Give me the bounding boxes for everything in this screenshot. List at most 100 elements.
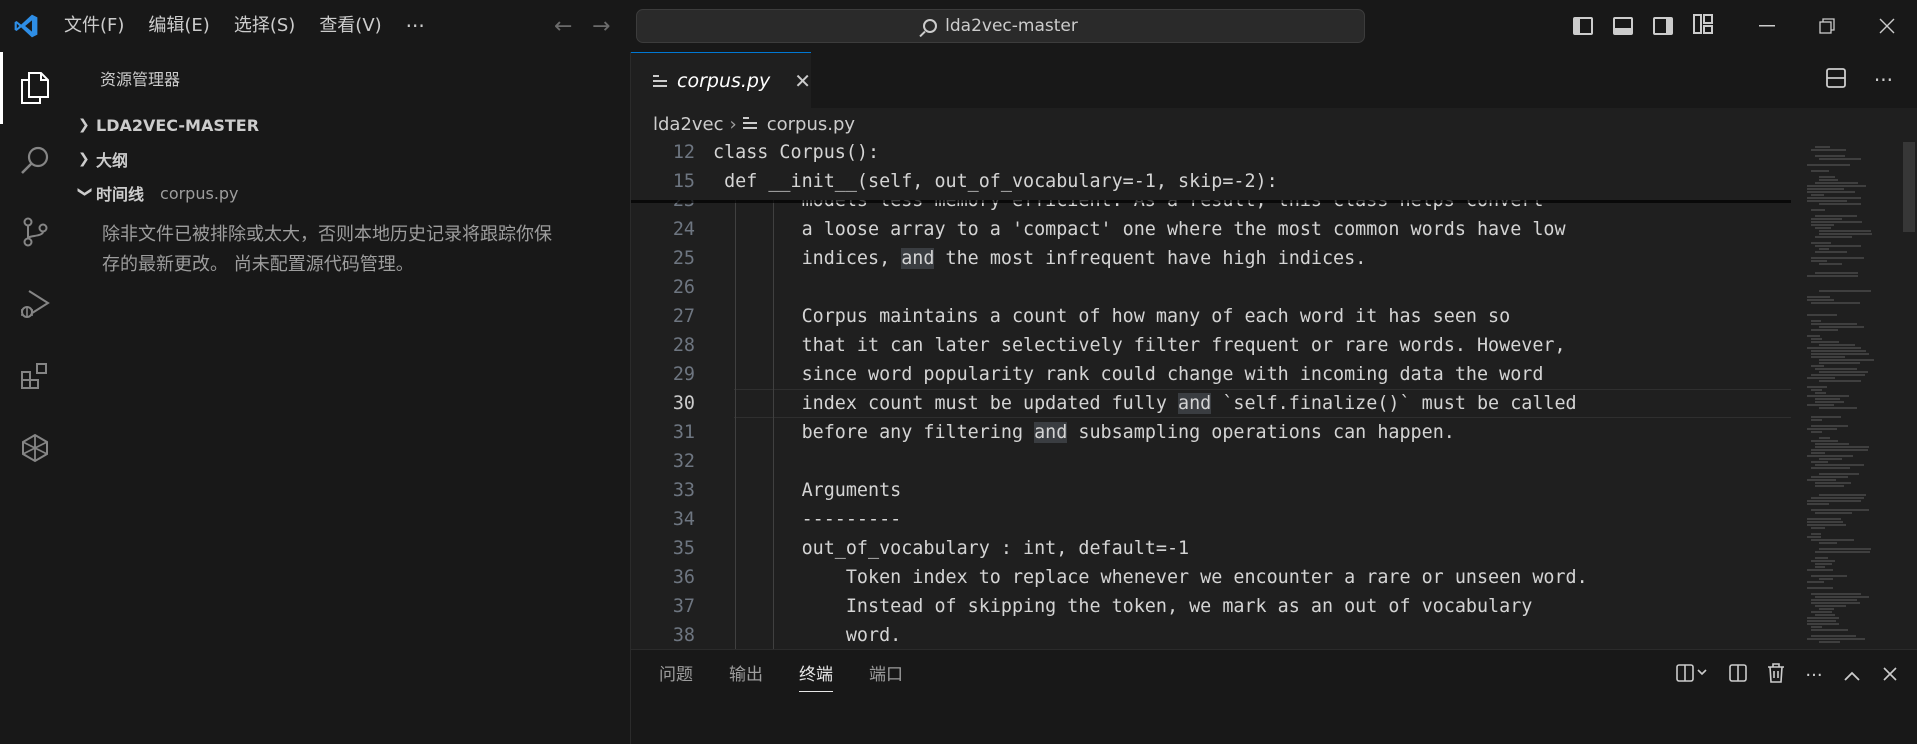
minimap-stroke <box>1811 149 1846 151</box>
minimap-stroke <box>1807 524 1846 526</box>
section-timeline[interactable]: ❯ 时间线 corpus.py <box>70 176 630 210</box>
menu-edit[interactable]: 编辑(E) <box>136 0 221 52</box>
word-highlight: and <box>901 248 935 269</box>
code-line[interactable]: 27 Corpus maintains a count of how many … <box>631 302 1791 331</box>
minimap-stroke <box>1811 449 1868 451</box>
minimap[interactable] <box>1803 142 1917 649</box>
tab-terminal[interactable]: 终端 <box>799 650 833 700</box>
close-panel-icon[interactable] <box>1871 665 1909 686</box>
file-lines-icon <box>742 116 757 130</box>
code-line[interactable]: 29 since word popularity rank could chan… <box>631 360 1791 389</box>
code-line[interactable]: 32 <box>631 447 1791 476</box>
toggle-primary-sidebar-icon[interactable] <box>1573 17 1593 35</box>
minimap-stroke <box>1807 164 1850 166</box>
close-icon[interactable]: ✕ <box>794 69 811 93</box>
sticky-scroll-shadow <box>631 200 1791 203</box>
minimap-stroke <box>1815 227 1831 229</box>
editor-scrollbar[interactable] <box>1903 142 1915 232</box>
extensions-icon[interactable] <box>0 340 70 412</box>
minimap-stroke <box>1807 581 1824 583</box>
code-line[interactable]: 36 Token index to replace whenever we en… <box>631 563 1791 592</box>
minimap-stroke <box>1815 482 1851 484</box>
customize-layout-icon[interactable] <box>1693 14 1713 38</box>
split-terminal-icon[interactable] <box>1719 663 1757 687</box>
section-outline[interactable]: ❯ 大纲 <box>70 142 630 176</box>
minimap-stroke <box>1807 191 1855 193</box>
nav-forward-button[interactable]: → <box>592 14 610 39</box>
minimap-stroke <box>1811 509 1869 511</box>
more-actions-button[interactable]: ··· <box>1874 68 1893 92</box>
code-line[interactable]: 24 a loose array to a 'compact' one wher… <box>631 215 1791 244</box>
code-line[interactable]: 38 word. <box>631 621 1791 649</box>
code-line[interactable]: 28 that it can later selectively filter … <box>631 331 1791 360</box>
minimap-stroke <box>1819 290 1871 292</box>
tab-output[interactable]: 输出 <box>729 650 763 700</box>
trash-icon[interactable] <box>1757 662 1795 688</box>
minimap-stroke <box>1811 257 1864 259</box>
breadcrumb-file[interactable]: corpus.py <box>767 114 855 135</box>
minimap-stroke <box>1815 512 1852 514</box>
code-line[interactable]: 31 before any filtering and subsampling … <box>631 418 1791 447</box>
minimap-stroke <box>1811 356 1845 358</box>
tab-problems[interactable]: 问题 <box>659 650 693 700</box>
minimap-stroke <box>1815 557 1828 559</box>
minimap-stroke <box>1811 533 1821 535</box>
minimap-stroke <box>1815 398 1840 400</box>
minimap-stroke <box>1819 542 1837 544</box>
code-line[interactable]: 34 --------- <box>631 505 1791 534</box>
section-label: 时间线 <box>96 185 145 204</box>
explorer-icon[interactable] <box>0 52 70 124</box>
tab-corpus-py[interactable]: corpus.py ✕ <box>631 52 811 108</box>
minimap-stroke <box>1811 575 1847 577</box>
toggle-secondary-sidebar-icon[interactable] <box>1653 17 1673 35</box>
code-line[interactable]: 30 index count must be updated fully and… <box>631 389 1791 418</box>
code-line[interactable]: 25 indices, and the most infrequent have… <box>631 244 1791 273</box>
minimap-stroke <box>1811 302 1860 304</box>
source-control-icon[interactable] <box>0 196 70 268</box>
menu-view[interactable]: 查看(V) <box>307 0 393 52</box>
search-icon[interactable] <box>0 124 70 196</box>
line-number: 15 <box>672 171 695 192</box>
toggle-panel-icon[interactable] <box>1613 17 1633 35</box>
split-editor-icon[interactable] <box>1826 68 1846 92</box>
minimize-button[interactable] <box>1737 0 1797 52</box>
code-line[interactable]: 33 Arguments <box>631 476 1791 505</box>
sticky-scroll-line[interactable]: 15 def __init__(self, out_of_vocabulary=… <box>631 171 1791 200</box>
code-line[interactable]: 37 Instead of skipping the token, we mar… <box>631 592 1791 621</box>
maximize-panel-icon[interactable] <box>1833 665 1871 686</box>
tab-ports[interactable]: 端口 <box>869 650 903 700</box>
section-lda2vec-master[interactable]: ❯ LDA2VEC-MASTER <box>70 108 630 142</box>
more-actions-button[interactable]: ··· <box>1795 665 1833 686</box>
search-text: lda2vec-master <box>945 16 1078 36</box>
minimap-stroke <box>1811 602 1860 604</box>
line-number: 38 <box>672 625 695 646</box>
breadcrumb-folder[interactable]: lda2vec <box>653 114 724 135</box>
run-debug-icon[interactable] <box>0 268 70 340</box>
menu-more-button[interactable]: ··· <box>394 14 437 38</box>
code-line[interactable]: 26 <box>631 273 1791 302</box>
section-label: LDA2VEC-MASTER <box>96 115 260 135</box>
minimap-stroke <box>1807 185 1866 187</box>
minimap-stroke <box>1811 218 1842 220</box>
menu-file[interactable]: 文件(F) <box>52 0 136 52</box>
command-center-search[interactable]: lda2vec-master <box>636 9 1365 43</box>
code-text: out_of_vocabulary : int, default=-1 <box>713 538 1190 559</box>
code-text: that it can later selectively filter fre… <box>713 335 1566 356</box>
restore-button[interactable] <box>1797 0 1857 52</box>
launch-profile-icon[interactable] <box>1667 663 1719 687</box>
sticky-scroll-line[interactable]: 12 class Corpus(): <box>631 142 1791 171</box>
minimap-stroke <box>1815 596 1869 598</box>
code-line[interactable]: 35 out_of_vocabulary : int, default=-1 <box>631 534 1791 563</box>
minimap-stroke <box>1807 296 1830 298</box>
minimap-stroke <box>1811 635 1856 637</box>
vs-icon[interactable] <box>0 412 70 484</box>
minimap-stroke <box>1819 248 1829 250</box>
section-label: 大纲 <box>96 151 129 170</box>
code-text: a loose array to a 'compact' one where t… <box>713 219 1566 240</box>
code-editor[interactable]: 12 class Corpus(): 15 def __init__(self, … <box>631 142 1791 649</box>
nav-back-button[interactable]: ← <box>554 14 572 39</box>
breadcrumb-separator: › <box>729 114 737 135</box>
close-window-button[interactable] <box>1857 0 1917 52</box>
menu-selection[interactable]: 选择(S) <box>222 0 307 52</box>
minimap-stroke <box>1811 338 1822 340</box>
